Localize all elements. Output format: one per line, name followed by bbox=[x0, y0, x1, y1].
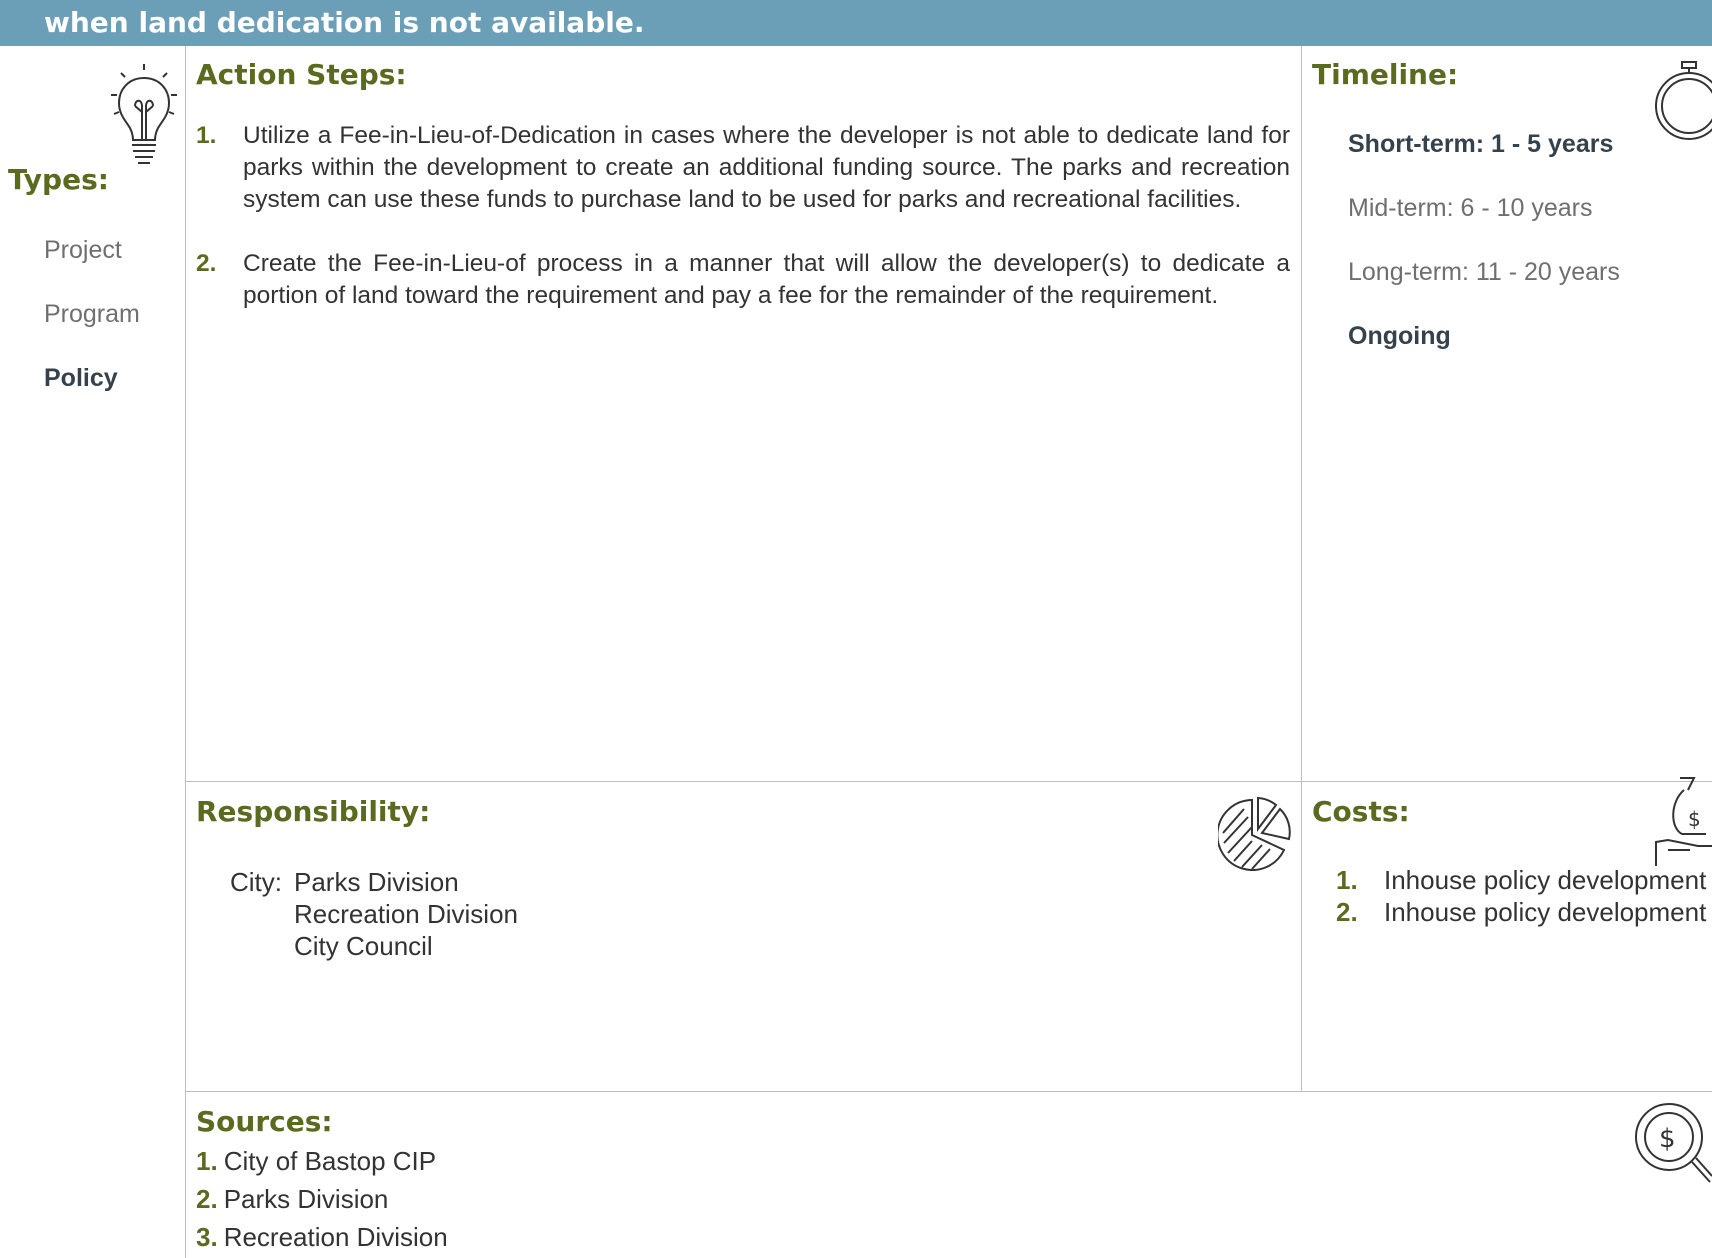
divider bbox=[185, 46, 186, 1258]
source-text: Parks Division bbox=[223, 1184, 389, 1214]
cost-text: Inhouse policy development bbox=[1384, 897, 1707, 927]
source-item: 2. Parks Division bbox=[196, 1184, 388, 1215]
lightbulb-icon bbox=[108, 62, 180, 175]
source-number: 2. bbox=[196, 1184, 218, 1214]
action-step-item: 1. Utilize a Fee-in-Lieu-of-Dedication i… bbox=[196, 120, 1290, 216]
timeline-ongoing: Ongoing bbox=[1348, 322, 1451, 350]
divider bbox=[185, 1091, 1712, 1092]
type-project: Project bbox=[44, 236, 122, 264]
timeline-mid-term: Mid-term: 6 - 10 years bbox=[1348, 194, 1593, 222]
divider bbox=[185, 781, 1712, 782]
sources-heading: Sources: bbox=[196, 1105, 333, 1138]
dollar-search-icon: $ bbox=[1634, 1102, 1712, 1191]
action-step-number: 2. bbox=[196, 250, 217, 277]
costs-heading: Costs: bbox=[1312, 795, 1410, 828]
cost-text: Inhouse policy development bbox=[1384, 865, 1707, 895]
source-number: 1. bbox=[196, 1146, 218, 1176]
page-banner: when land dedication is not available. bbox=[0, 0, 1712, 46]
source-text: Recreation Division bbox=[223, 1222, 448, 1252]
type-policy: Policy bbox=[44, 364, 118, 392]
action-step-text: Utilize a Fee-in-Lieu-of-Dedication in c… bbox=[243, 122, 1290, 213]
responsibility-heading: Responsibility: bbox=[196, 795, 431, 828]
timeline-heading: Timeline: bbox=[1312, 58, 1459, 91]
responsibility-prefix: City: bbox=[230, 867, 282, 897]
svg-text:$: $ bbox=[1659, 1124, 1676, 1154]
pie-chart-icon bbox=[1216, 795, 1294, 876]
types-heading: Types: bbox=[8, 163, 109, 196]
type-program: Program bbox=[44, 300, 140, 328]
source-text: City of Bastop CIP bbox=[223, 1146, 437, 1176]
responsibility-item: City Council bbox=[294, 931, 433, 961]
responsibility-item: Parks Division bbox=[294, 867, 459, 897]
action-step-item: 2. Create the Fee-in-Lieu-of process in … bbox=[196, 248, 1290, 312]
action-step-number: 1. bbox=[196, 122, 217, 149]
cost-number: 2. bbox=[1336, 897, 1358, 927]
responsibility-item: Recreation Division bbox=[294, 899, 518, 929]
stopwatch-icon bbox=[1650, 60, 1712, 145]
svg-text:$: $ bbox=[1688, 807, 1701, 831]
action-step-text: Create the Fee-in-Lieu-of process in a m… bbox=[243, 250, 1290, 309]
action-steps-heading: Action Steps: bbox=[196, 58, 407, 91]
divider bbox=[1301, 46, 1302, 1092]
source-number: 3. bbox=[196, 1222, 218, 1252]
cost-number: 1. bbox=[1336, 865, 1358, 895]
timeline-long-term: Long-term: 11 - 20 years bbox=[1348, 258, 1620, 286]
money-bag-hand-icon: $ bbox=[1654, 776, 1712, 871]
cost-item: 2. Inhouse policy development bbox=[1336, 896, 1706, 928]
timeline-short-term: Short-term: 1 - 5 years bbox=[1348, 130, 1614, 158]
source-item: 3. Recreation Division bbox=[196, 1222, 448, 1253]
cost-item: 1. Inhouse policy development bbox=[1336, 864, 1706, 896]
source-item: 1. City of Bastop CIP bbox=[196, 1146, 436, 1177]
